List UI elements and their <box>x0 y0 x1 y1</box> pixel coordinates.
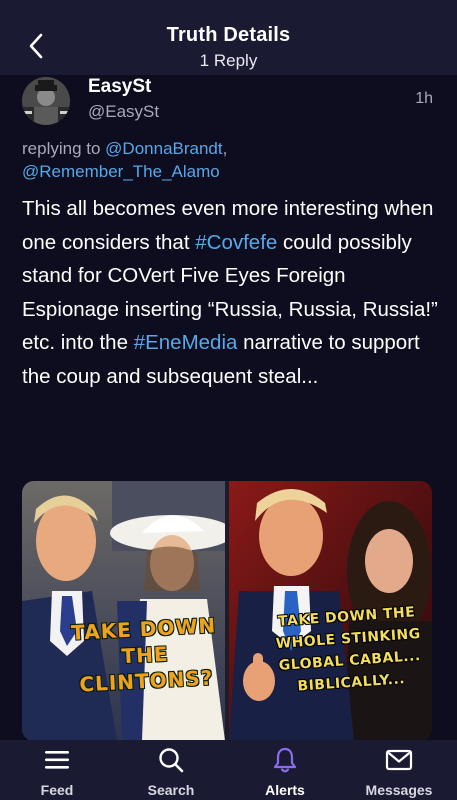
replying-label: replying to <box>22 139 106 158</box>
hashtag-link[interactable]: #Covfefe <box>195 231 277 254</box>
bottom-tab-bar: Feed Search Alerts Messages <box>0 740 457 800</box>
search-icon <box>159 748 184 773</box>
tab-alerts[interactable]: Alerts <box>228 740 342 800</box>
page-title: Truth Details <box>166 24 291 46</box>
avatar[interactable] <box>22 77 70 125</box>
tab-messages[interactable]: Messages <box>342 740 456 800</box>
bell-icon <box>273 747 297 773</box>
tab-alerts-label: Alerts <box>265 782 305 798</box>
replying-to: replying to @DonnaBrandt, @Remember_The_… <box>22 139 228 181</box>
post-timestamp: 1h <box>415 90 433 107</box>
feed-icon <box>45 751 69 769</box>
mention-link[interactable]: @Remember_The_Alamo <box>22 162 220 181</box>
meme-caption-right: TAKE DOWN THE WHOLE STINKING GLOBAL CABA… <box>275 604 422 695</box>
tab-messages-label: Messages <box>365 782 433 798</box>
post-body: This all becomes even more interesting w… <box>22 192 442 393</box>
author-name[interactable]: EasySt <box>88 76 151 98</box>
envelope-icon <box>385 749 413 771</box>
post-media[interactable]: TAKE DOWN THE CLINTONS? TAKE DOWN THE WH… <box>22 481 432 741</box>
tab-feed-label: Feed <box>40 782 74 798</box>
meme-caption-left: TAKE DOWN THE CLINTONS? <box>70 613 217 697</box>
avatar-image <box>22 77 70 125</box>
author-handle[interactable]: @EasySt <box>88 102 159 122</box>
tab-feed[interactable]: Feed <box>0 740 114 800</box>
media-image-right[interactable]: TAKE DOWN THE WHOLE STINKING GLOBAL CABA… <box>229 481 432 741</box>
hashtag-link[interactable]: #EneMedia <box>134 331 238 354</box>
header-bar: Truth Details 1 Reply <box>0 0 457 75</box>
tab-search[interactable]: Search <box>114 740 228 800</box>
photo-illustration <box>22 481 225 741</box>
tab-search-label: Search <box>147 782 195 798</box>
media-image-left[interactable]: TAKE DOWN THE CLINTONS? <box>22 481 225 741</box>
reply-count: 1 Reply <box>199 51 258 70</box>
mention-link[interactable]: @DonnaBrandt <box>105 139 222 158</box>
